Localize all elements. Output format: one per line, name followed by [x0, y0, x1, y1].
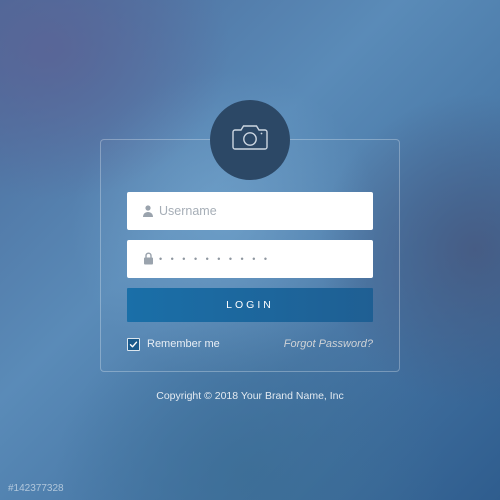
remember-me[interactable]: Remember me	[127, 338, 220, 351]
remember-label: Remember me	[147, 338, 220, 350]
forgot-password-link[interactable]: Forgot Password?	[284, 338, 373, 350]
username-field-wrap	[127, 192, 373, 230]
avatar-circle	[210, 100, 290, 180]
camera-icon	[231, 122, 269, 157]
login-button[interactable]: LOGIN	[127, 288, 373, 322]
login-form: • • • • • • • • • • LOGIN Remember me Fo…	[127, 192, 373, 351]
options-row: Remember me Forgot Password?	[127, 338, 373, 351]
copyright-text: Copyright © 2018 Your Brand Name, Inc	[156, 390, 344, 402]
lock-icon	[137, 252, 159, 265]
username-input[interactable]	[159, 204, 363, 218]
password-field-wrap: • • • • • • • • • •	[127, 240, 373, 278]
login-panel: • • • • • • • • • • LOGIN Remember me Fo…	[100, 139, 400, 372]
watermark-id: #142377328	[8, 483, 64, 494]
user-icon	[137, 204, 159, 217]
password-input[interactable]: • • • • • • • • • •	[159, 254, 363, 264]
remember-checkbox[interactable]	[127, 338, 140, 351]
